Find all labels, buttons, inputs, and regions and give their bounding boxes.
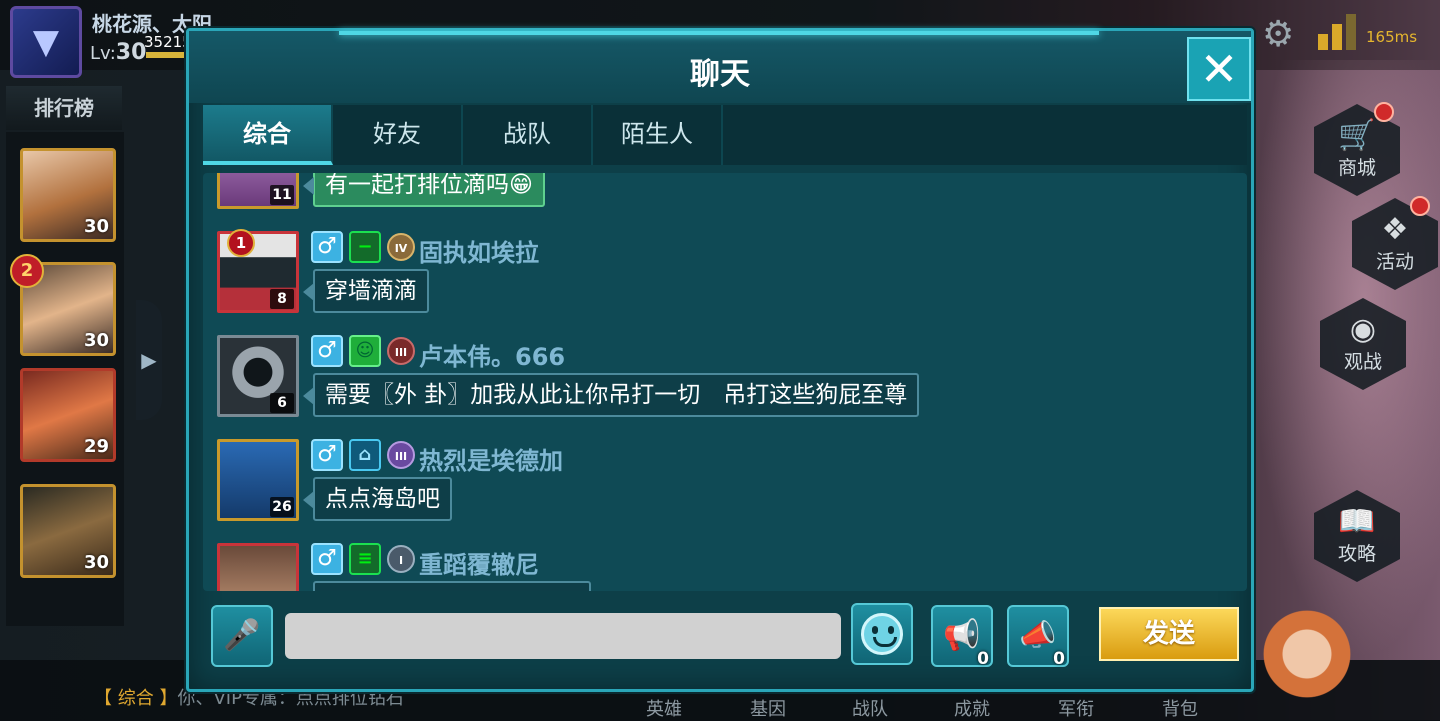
rank-medal-icon: III [387, 337, 415, 365]
message-bubble: 点点海岛吧 [303, 477, 452, 521]
user-name[interactable]: 卢本伟。666 [419, 337, 565, 372]
emoji-button[interactable] [851, 603, 913, 665]
gear-icon[interactable]: ⚙ [1262, 14, 1294, 55]
player-level: Lv:30 [90, 40, 147, 65]
ranking-title[interactable]: 排行榜 [6, 86, 122, 130]
megaphone-icon: 📢 [943, 618, 981, 653]
male-icon: ♂ [311, 439, 343, 471]
nav-gene[interactable]: 基因 [750, 695, 786, 721]
user-name[interactable]: 热烈是埃德加 [419, 441, 563, 476]
tab-friends[interactable]: 好友 [333, 105, 463, 165]
voice-button[interactable]: 🎤 [211, 605, 273, 667]
user-avatar[interactable] [217, 543, 299, 591]
chat-header: 聊天 ✕ [189, 31, 1251, 103]
user-name[interactable]: 重蹈覆辙尼 [419, 545, 539, 580]
rank-medal-icon: III [387, 441, 415, 469]
chat-tabs: 综合 好友 战队 陌生人 [203, 105, 1247, 165]
smiley-icon: ☺ [349, 335, 381, 367]
signal-icon [1318, 14, 1360, 50]
book-icon: 📖 [1338, 504, 1376, 539]
user-avatar[interactable]: 11 [217, 173, 299, 209]
male-icon: ♂ [311, 231, 343, 263]
nav-hero[interactable]: 英雄 [646, 695, 682, 721]
nav-rank[interactable]: 军衔 [1058, 695, 1094, 721]
exp-bar [146, 52, 186, 58]
tab-general[interactable]: 综合 [203, 105, 333, 165]
eye-icon: ◉ [1349, 312, 1377, 347]
nav-achievement[interactable]: 成就 [954, 695, 990, 721]
close-button[interactable]: ✕ [1187, 37, 1251, 101]
small-horn-button[interactable]: 📢 0 [931, 605, 993, 669]
expand-ranking-button[interactable]: ▶ [136, 300, 162, 420]
hero-portrait[interactable] [1252, 600, 1362, 720]
ranking-list: 30 30 2 29 30 [6, 132, 124, 626]
message-bubble: 穿墙滴滴 [303, 269, 429, 313]
status-icon: − [349, 231, 381, 263]
big-horn-button[interactable]: 📣 0 [1007, 605, 1069, 669]
user-avatar[interactable]: 26 [217, 439, 299, 521]
tent-icon: ⌂ [349, 439, 381, 471]
list-icon: ≡ [349, 543, 381, 575]
message-bubble: 有一起打排位滴吗😁 [303, 173, 545, 207]
chat-dialog: 聊天 ✕ 综合 好友 战队 陌生人 11 有一起打排位滴吗😁 8 1 ♂ − I… [186, 28, 1254, 692]
megaphone-icon: 📣 [1019, 618, 1057, 653]
rank-medal-icon: I [387, 545, 415, 573]
activity-notification-dot [1410, 196, 1430, 216]
shop-notification-dot [1374, 102, 1394, 122]
message-bubble [313, 581, 591, 591]
rank-number-badge: 1 [227, 229, 255, 257]
small-horn-count: 0 [977, 649, 989, 669]
emoji-icon [861, 613, 903, 655]
bookmark-icon: ❖ [1381, 212, 1409, 247]
user-name[interactable]: 固执如埃拉 [419, 233, 539, 268]
ranking-item[interactable]: 30 [20, 148, 116, 242]
tab-strangers[interactable]: 陌生人 [593, 105, 723, 165]
rank-medal-icon: IV [387, 233, 415, 261]
user-avatar[interactable]: 6 [217, 335, 299, 417]
player-avatar[interactable]: ▼ [10, 6, 82, 78]
chat-title: 聊天 [690, 57, 750, 92]
chat-input[interactable] [285, 613, 841, 659]
message-bubble: 需要〖外 卦〗加我从此让你吊打一切 吊打这些狗屁至尊 [302, 373, 920, 417]
male-icon: ♂ [311, 543, 343, 575]
ranking-item[interactable]: 30 [20, 484, 116, 578]
big-horn-count: 0 [1053, 649, 1065, 669]
male-icon: ♂ [311, 335, 343, 367]
nav-team[interactable]: 战队 [852, 695, 888, 721]
chat-input-bar: 🎤 📢 0 📣 0 发送 [203, 599, 1247, 669]
microphone-icon: 🎤 [223, 618, 261, 653]
ranking-badge: 2 [10, 254, 44, 288]
ranking-item[interactable]: 29 [20, 368, 116, 462]
cart-icon: 🛒 [1338, 118, 1376, 153]
nav-bag[interactable]: 背包 [1162, 695, 1198, 721]
send-button[interactable]: 发送 [1099, 607, 1239, 661]
message-list[interactable]: 11 有一起打排位滴吗😁 8 1 ♂ − IV 固执如埃拉 穿墙滴滴 6 ♂ ☺ [203, 173, 1247, 591]
tab-team[interactable]: 战队 [463, 105, 593, 165]
ping-value: 165ms [1366, 28, 1418, 46]
